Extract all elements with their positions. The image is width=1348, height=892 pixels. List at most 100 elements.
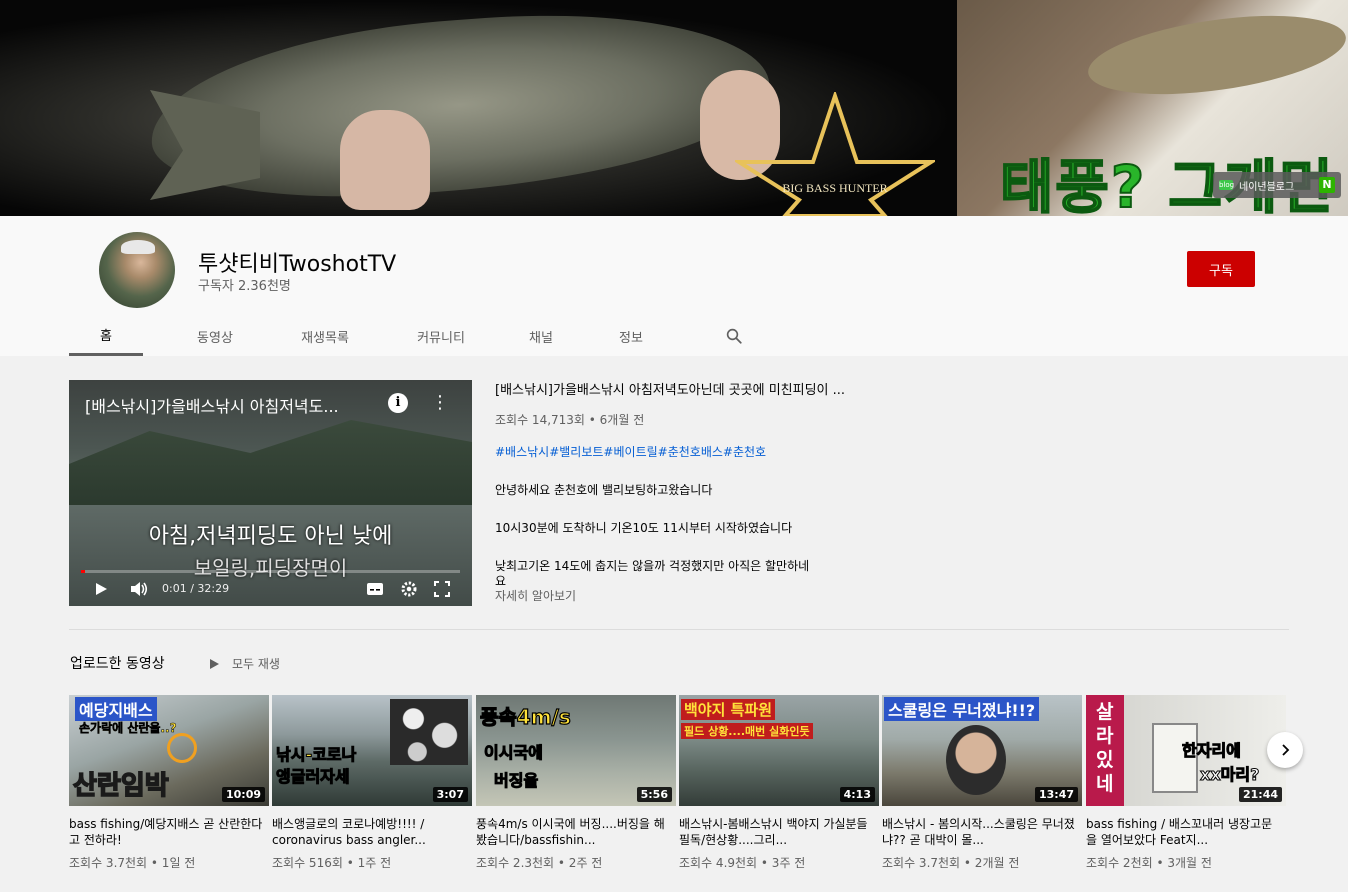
shelf-next-button[interactable] (1267, 732, 1303, 768)
video-meta: 조회수 3.7천회 • 2개월 전 (882, 856, 1020, 870)
play-all-button[interactable]: 모두 재생 (208, 655, 280, 672)
chevron-right-icon (1282, 744, 1290, 756)
thumb-overlay-text: 앵글러자세 (276, 767, 351, 787)
video-title[interactable]: bass fishing/예당지배스 곧 산란한다고 전하라! (69, 816, 265, 848)
video-thumbnail[interactable]: 풍속4m/s 이시국에 버징을 5:56 (476, 695, 676, 806)
video-thumbnail[interactable]: 예당지배스 손가락에 산란을..? 산란임박 10:09 (69, 695, 269, 806)
video-card[interactable]: 풍속4m/s 이시국에 버징을 5:56 풍속4m/s 이시국에 버징....버… (476, 695, 676, 871)
tab-about[interactable]: 정보 (581, 316, 681, 356)
video-duration: 10:09 (221, 787, 265, 802)
featured-video-meta: 조회수 14,713회 • 6개월 전 (495, 413, 645, 427)
fullscreen-icon[interactable] (434, 581, 450, 597)
player-progress-bar[interactable] (81, 570, 460, 573)
video-duration: 4:13 (839, 787, 875, 802)
info-icon[interactable]: i (388, 393, 408, 413)
video-title[interactable]: 풍속4m/s 이시국에 버징....버징을 해봤습니다/bassfishin..… (476, 816, 672, 848)
video-subtitle-2: 보일링,피딩장면이 (193, 556, 348, 580)
tab-channels[interactable]: 채널 (501, 316, 581, 356)
subscribe-button[interactable]: 구독 (1187, 251, 1255, 287)
blog-link-chip[interactable]: blog 네이년블로그 N (1213, 172, 1341, 198)
subscriber-count: 구독자 2.36천명 (198, 279, 291, 294)
more-vert-icon[interactable]: ⋮ (431, 393, 449, 413)
video-meta: 조회수 2천회 • 3개월 전 (1086, 856, 1212, 870)
featured-desc-line-3: 낮최고기온 14도에 춥지는 않을까 걱정했지만 아직은 할만하네 (495, 559, 810, 573)
blog-icon: blog (1219, 180, 1235, 190)
video-card[interactable]: 백야지 특파원 필드 상황....매번 실화인듯 4:13 배스낚시-봄배스낚시… (679, 695, 879, 871)
video-duration: 21:44 (1238, 787, 1282, 802)
read-more-link[interactable]: 자세히 알아보기 (495, 587, 576, 604)
featured-desc-line-2: 10시30분에 도착하니 기온10도 11시부터 시작하였습니다 (495, 521, 793, 535)
video-title[interactable]: 배스앵글로의 코로나예방!!!! / coronavirus bass angl… (272, 816, 468, 848)
thumb-overlay-text: 예당지배스 (75, 697, 157, 721)
video-title[interactable]: bass fishing / 배스꼬내러 냉장고문을 열어보았다 Feat지..… (1086, 816, 1282, 848)
play-all-label: 모두 재생 (232, 657, 280, 671)
channel-search-button[interactable] (719, 316, 749, 356)
hand-image (340, 110, 430, 210)
video-duration: 3:07 (432, 787, 468, 802)
thumb-overlay-text: 네 (1096, 773, 1114, 795)
tab-community[interactable]: 커뮤니티 (381, 316, 501, 356)
thumb-overlay-text: 낚시-코로나 (275, 745, 357, 765)
channel-banner: BIG BASS HUNTER 태풍? 그게먼 blog 네이년블로그 N (0, 0, 1348, 216)
tab-videos[interactable]: 동영상 (161, 316, 269, 356)
gear-icon[interactable] (400, 580, 418, 598)
thumb-overlay-text: 한자리에 (1182, 741, 1242, 761)
thumb-overlay-text: 백야지 특파원 (681, 699, 776, 720)
thumb-overlay-text: 이시국에 (484, 743, 544, 763)
captions-icon[interactable] (366, 582, 384, 596)
thumb-overlay-text: 버징을 (493, 771, 539, 791)
thumb-overlay-text: 풍속4m/s (479, 704, 571, 729)
video-meta: 조회수 4.9천회 • 3주 전 (679, 856, 806, 870)
thumb-overlay-text: 스쿨링은 무너졌냐!!? (884, 697, 1040, 721)
channel-header: 투샷티비TwoshotTV 구독자 2.36천명 구독 홈 동영상 재생목록 커… (0, 216, 1348, 356)
video-meta: 조회수 2.3천회 • 2주 전 (476, 856, 603, 870)
video-card[interactable]: 예당지배스 손가락에 산란을..? 산란임박 10:09 bass fishin… (69, 695, 269, 871)
blog-link-label: 네이년블로그 (1239, 181, 1295, 193)
thumb-overlay-text: 손가락에 산란을..? (79, 721, 177, 736)
uploads-shelf: 예당지배스 손가락에 산란을..? 산란임박 10:09 bass fishin… (69, 695, 1286, 875)
featured-video-title[interactable]: [배스낚시]가을배스낚시 아침저녁도아닌데 곳곳에 미친피딩이 ... (495, 379, 845, 398)
channel-avatar[interactable] (99, 232, 175, 308)
video-card[interactable]: 낚시-코로나 앵글러자세 3:07 배스앵글로의 코로나예방!!!! / cor… (272, 695, 472, 871)
virus-image (390, 699, 468, 765)
tab-playlists[interactable]: 재생목록 (269, 316, 381, 356)
video-thumbnail[interactable]: 스쿨링은 무너졌냐!!? 13:47 (882, 695, 1082, 806)
video-card[interactable]: 스쿨링은 무너졌냐!!? 13:47 배스낚시 - 봄의시작...스쿨링은 무너… (882, 695, 1082, 871)
featured-video-player[interactable]: [배스낚시]가을배스낚시 아침저녁도... i ⋮ 아침,저녁피딩도 아닌 낮에… (69, 380, 472, 606)
featured-video-tags[interactable]: #배스낚시#밸리보트#베이트릴#춘천호배스#춘천호 (495, 443, 766, 460)
thumb-overlay-text: 산란임박 (72, 770, 169, 802)
thumb-overlay-text: 라 (1096, 725, 1114, 747)
thumb-highlight-circle (167, 733, 197, 763)
video-card[interactable]: 살 라 있 네 한자리에 xx마리? 21:44 bass fishing / … (1086, 695, 1286, 871)
section-divider (69, 629, 1289, 630)
player-title[interactable]: [배스낚시]가을배스낚시 아침저녁도... (85, 393, 339, 417)
video-thumbnail[interactable]: 살 라 있 네 한자리에 xx마리? 21:44 (1086, 695, 1286, 806)
uploads-section-title[interactable]: 업로드한 동영상 (70, 653, 165, 673)
video-subtitle-1: 아침,저녁피딩도 아닌 낮에 (148, 524, 393, 549)
channel-tabs: 홈 동영상 재생목록 커뮤니티 채널 정보 (69, 316, 749, 356)
channel-name: 투샷티비TwoshotTV (198, 252, 397, 277)
video-duration: 13:47 (1034, 787, 1078, 802)
naver-icon: N (1319, 177, 1335, 193)
thumb-overlay-text: xx마리? (1199, 765, 1260, 785)
tab-home[interactable]: 홈 (69, 316, 143, 356)
player-time: 0:01 / 32:29 (162, 582, 230, 595)
featured-desc-line-1: 안녕하세요 춘천호에 밸리보팅하고왔습니다 (495, 483, 713, 497)
video-title[interactable]: 배스낚시 - 봄의시작...스쿨링은 무너졌냐?? 곧 대박이 몰... (882, 816, 1078, 848)
video-meta: 조회수 516회 • 1주 전 (272, 856, 392, 870)
volume-icon[interactable] (129, 580, 149, 598)
svg-text:BIG BASS HUNTER: BIG BASS HUNTER (782, 181, 887, 195)
search-icon (726, 328, 742, 344)
video-thumbnail[interactable]: 낚시-코로나 앵글러자세 3:07 (272, 695, 472, 806)
video-thumbnail[interactable]: 백야지 특파원 필드 상황....매번 실화인듯 4:13 (679, 695, 879, 806)
big-bass-hunter-logo: BIG BASS HUNTER (732, 89, 938, 216)
person-image (946, 725, 1006, 795)
video-title[interactable]: 배스낚시-봄배스낚시 백야지 가실분들 필독/현상황....그리... (679, 816, 875, 848)
video-duration: 5:56 (636, 787, 672, 802)
thumb-overlay-text: 있 (1096, 749, 1114, 771)
fish-image (1083, 2, 1348, 108)
play-icon[interactable] (93, 581, 109, 597)
video-meta: 조회수 3.7천회 • 1일 전 (69, 856, 196, 870)
thumb-overlay-text: 살 (1096, 701, 1114, 723)
banner-photo-left: BIG BASS HUNTER (0, 0, 957, 216)
